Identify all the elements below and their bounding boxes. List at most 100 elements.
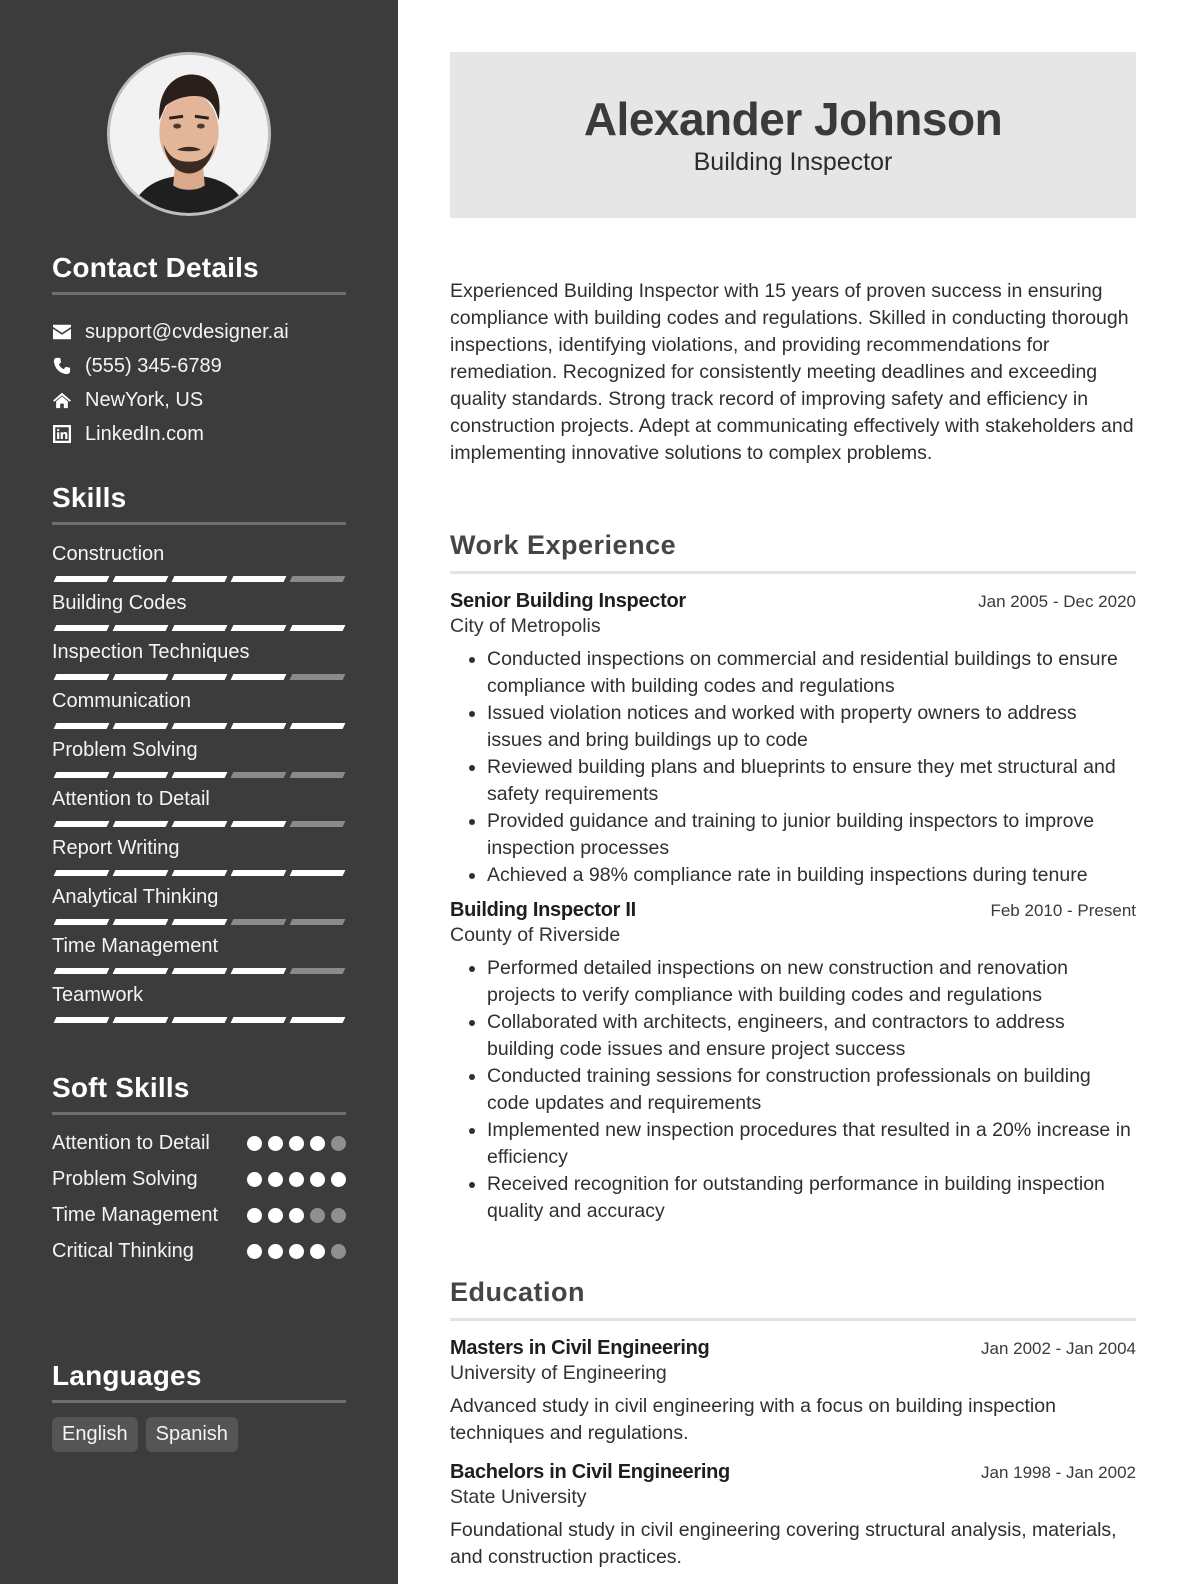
skill-bar-filled	[171, 576, 228, 582]
skill-name: Attention to Detail	[52, 788, 210, 810]
level-dot-filled	[289, 1136, 304, 1151]
skill-level-bars	[52, 870, 346, 876]
employer-name: City of Metropolis	[450, 615, 601, 637]
languages-list: English Spanish	[52, 1417, 346, 1452]
work-list: Senior Building Inspector Jan 2005 - Dec …	[450, 590, 1136, 1225]
skill-name: Problem Solving	[52, 739, 198, 761]
skill-item: Time Management	[52, 933, 346, 982]
soft-skills-list: Attention to Detail Problem Solving Time M…	[52, 1129, 346, 1265]
skill-bar-filled	[230, 870, 287, 876]
sidebar: Contact Details support@cvdesigner.ai (5…	[0, 0, 398, 1584]
skill-bar-empty	[230, 919, 287, 925]
level-dot-empty	[331, 1208, 346, 1223]
envelope-icon	[52, 322, 72, 342]
skill-bar-filled	[171, 674, 228, 680]
skill-name: Construction	[52, 543, 165, 565]
soft-skill-level-dots	[247, 1237, 346, 1259]
skill-bar-filled	[112, 919, 169, 925]
level-dot-filled	[310, 1136, 325, 1151]
skill-name: Building Codes	[52, 592, 187, 614]
level-dot-filled	[310, 1172, 325, 1187]
skill-level-bars	[52, 919, 346, 925]
soft-skill-name: Critical Thinking	[52, 1240, 194, 1262]
skill-bar-empty	[289, 576, 346, 582]
skills-list: Construction Building Codes Inspection Tec…	[52, 541, 346, 1031]
education-list: Masters in Civil Engineering Jan 2002 - J…	[450, 1337, 1136, 1571]
soft-skill-item: Problem Solving	[52, 1165, 346, 1193]
level-dot-filled	[268, 1136, 283, 1151]
work-entry: Building Inspector II Feb 2010 - Present C…	[450, 899, 1136, 1225]
skill-item: Attention to Detail	[52, 786, 346, 835]
skill-level-bars	[52, 576, 346, 582]
skill-bar-filled	[230, 625, 287, 631]
skill-bar-filled	[53, 772, 110, 778]
skill-item: Analytical Thinking	[52, 884, 346, 933]
level-dot-filled	[289, 1244, 304, 1259]
skill-bar-filled	[112, 576, 169, 582]
level-dot-filled	[268, 1208, 283, 1223]
level-dot-filled	[331, 1172, 346, 1187]
level-dot-filled	[247, 1244, 262, 1259]
skill-level-bars	[52, 625, 346, 631]
skill-item: Inspection Techniques	[52, 639, 346, 688]
skill-name: Inspection Techniques	[52, 641, 250, 663]
skill-item: Communication	[52, 688, 346, 737]
achievement-item: Issued violation notices and worked with…	[487, 700, 1136, 754]
education-dates: Jan 1998 - Jan 2002	[980, 1463, 1136, 1482]
soft-skills-heading: Soft Skills	[52, 1072, 346, 1115]
job-title: Senior Building Inspector	[450, 590, 686, 612]
skill-bar-empty	[289, 821, 346, 827]
languages-section: Languages English Spanish	[52, 1360, 346, 1452]
contact-phone[interactable]: (555) 345-6789	[52, 349, 346, 383]
soft-skill-level-dots	[247, 1129, 346, 1151]
level-dot-empty	[331, 1244, 346, 1259]
skill-bar-filled	[171, 968, 228, 974]
skill-bar-filled	[112, 723, 169, 729]
skill-item: Building Codes	[52, 590, 346, 639]
contact-location: NewYork, US	[52, 383, 346, 417]
skill-bar-filled	[53, 821, 110, 827]
contact-linkedin[interactable]: LinkedIn.com	[52, 417, 346, 451]
skill-bar-filled	[112, 674, 169, 680]
skill-name: Teamwork	[52, 984, 144, 1006]
linkedin-icon	[52, 424, 72, 444]
contact-phone-text: (555) 345-6789	[85, 354, 222, 377]
candidate-title: Building Inspector	[693, 148, 893, 176]
institution-name: University of Engineering	[450, 1362, 667, 1384]
education-entry: Bachelors in Civil Engineering Jan 1998 -…	[450, 1461, 1136, 1571]
skill-bar-filled	[53, 674, 110, 680]
level-dot-filled	[289, 1172, 304, 1187]
skill-bar-filled	[112, 1017, 169, 1023]
skills-section: Skills Construction Building Codes Inspect…	[52, 482, 346, 1031]
skill-bar-filled	[230, 576, 287, 582]
skill-bar-empty	[289, 968, 346, 974]
soft-skill-name: Time Management	[52, 1204, 218, 1226]
contact-email-text: support@cvdesigner.ai	[85, 320, 289, 343]
education-entry-header: Bachelors in Civil Engineering Jan 1998 -…	[450, 1461, 1136, 1484]
contact-email[interactable]: support@cvdesigner.ai	[52, 315, 346, 349]
contact-heading: Contact Details	[52, 252, 346, 295]
skill-bar-filled	[289, 870, 346, 876]
skill-bar-filled	[230, 723, 287, 729]
skills-heading: Skills	[52, 482, 346, 525]
skill-item: Construction	[52, 541, 346, 590]
achievement-item: Collaborated with architects, engineers,…	[487, 1009, 1136, 1063]
education-description: Foundational study in civil engineering …	[450, 1519, 1117, 1568]
level-dot-filled	[247, 1136, 262, 1151]
work-entry-header: Building Inspector II Feb 2010 - Present	[450, 899, 1136, 922]
work-entry: Senior Building Inspector Jan 2005 - Dec …	[450, 590, 1136, 889]
skill-name: Time Management	[52, 935, 218, 957]
skill-bar-empty	[289, 772, 346, 778]
skill-bar-empty	[230, 772, 287, 778]
skill-name: Analytical Thinking	[52, 886, 219, 908]
level-dot-filled	[247, 1172, 262, 1187]
achievement-item: Conducted training sessions for construc…	[487, 1063, 1136, 1117]
level-dot-filled	[310, 1244, 325, 1259]
job-achievements: Conducted inspections on commercial and …	[450, 646, 1136, 889]
soft-skill-item: Critical Thinking	[52, 1237, 346, 1265]
skill-bar-filled	[112, 625, 169, 631]
languages-heading: Languages	[52, 1360, 346, 1403]
skill-bar-filled	[171, 1017, 228, 1023]
skill-item: Problem Solving	[52, 737, 346, 786]
person-portrait-icon	[110, 55, 268, 213]
